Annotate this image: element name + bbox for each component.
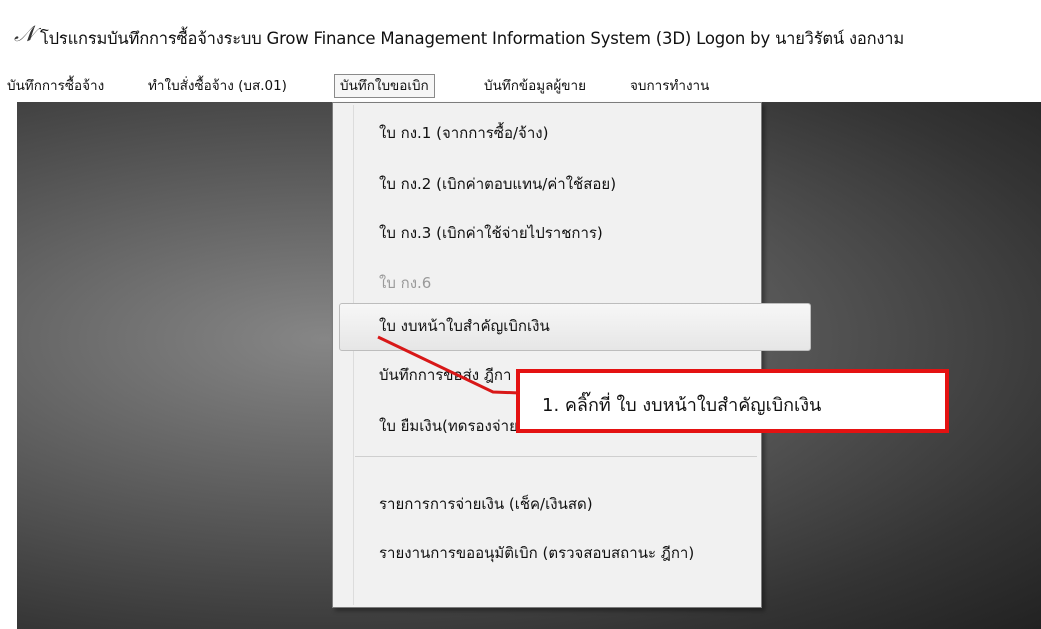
instruction-callout: 1. คลิ๊กที่ ใบ งบหน้าใบสำคัญเบิกเงิน (516, 369, 949, 433)
callout-pointer-line (377, 335, 521, 395)
callout-pointer-path (377, 335, 521, 395)
callout-text: 1. คลิ๊กที่ ใบ งบหน้าใบสำคัญเบิกเงิน (542, 395, 822, 416)
